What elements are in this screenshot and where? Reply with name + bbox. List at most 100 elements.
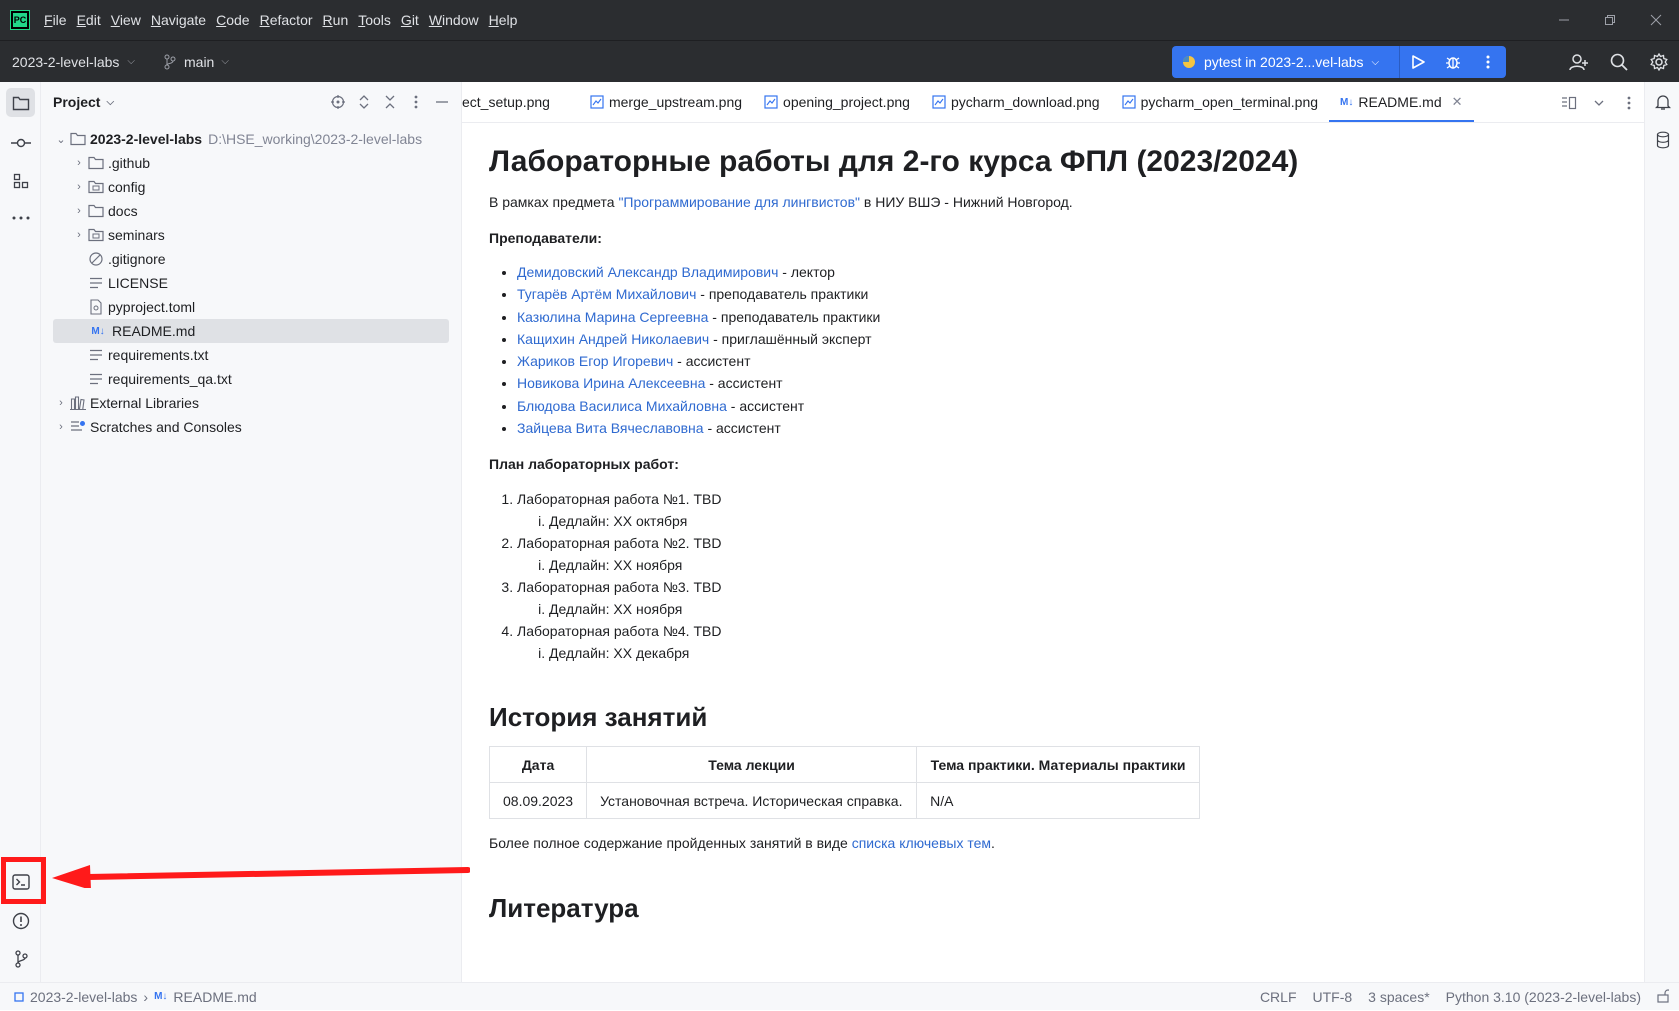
structure-tool-button[interactable] (6, 166, 35, 195)
chevron-right-icon: › (59, 421, 63, 433)
tab-pycharm-download[interactable]: pycharm_download.png (921, 82, 1111, 122)
encoding-widget[interactable]: UTF-8 (1313, 989, 1353, 1005)
config-file-icon (87, 299, 105, 315)
breadcrumb-file[interactable]: README.md (173, 989, 256, 1005)
search-everywhere-button[interactable] (1599, 53, 1639, 71)
editor-layout-button[interactable] (1554, 96, 1584, 110)
key-topics-link[interactable]: списка ключевых тем (852, 835, 991, 851)
more-tools-button[interactable] (6, 203, 35, 232)
tree-folder-docs[interactable]: › docs (53, 199, 449, 223)
tab-list-button[interactable] (1584, 100, 1614, 106)
debug-icon (1445, 57, 1460, 69)
commit-tool-button[interactable] (6, 128, 35, 157)
tree-root-name: 2023-2-level-labs (90, 131, 203, 147)
tree-root-folder[interactable]: ⌄ 2023-2-level-labs D:\HSE_working\2023-… (53, 127, 449, 151)
teacher-link[interactable]: Демидовский Александр Владимирович (517, 264, 778, 280)
menu-file[interactable]: File (44, 12, 67, 28)
tree-file-requirements[interactable]: requirements.txt (53, 343, 449, 367)
teacher-link[interactable]: Тугарёв Артём Михайлович (517, 286, 696, 302)
project-selector[interactable]: 2023-2-level-labs ⌵ (12, 54, 135, 70)
run-more-button[interactable] (1470, 46, 1505, 78)
run-button[interactable] (1400, 46, 1435, 78)
tree-file-requirements-qa[interactable]: requirements_qa.txt (53, 367, 449, 391)
table-header-cell: Тема практики. Материалы практики (916, 746, 1201, 784)
restore-button[interactable] (1587, 0, 1633, 40)
tree-file-pyproject[interactable]: pyproject.toml (53, 295, 449, 319)
expand-all-button[interactable] (351, 95, 377, 109)
run-configuration-selector[interactable]: pytest in 2023-2...vel-labs ⌵ (1172, 46, 1400, 78)
read-only-toggle[interactable] (1657, 988, 1672, 1006)
lab-deadline: Дедлайн: XX октября (549, 510, 1609, 532)
list-item: Лабораторная работа №3. TBD Дедлайн: XX … (517, 576, 1609, 620)
tab-project-setup[interactable]: ect_setup.png (462, 82, 561, 122)
git-tool-button[interactable] (6, 944, 35, 973)
tab-opening-project[interactable]: opening_project.png (753, 82, 921, 122)
database-button[interactable] (1648, 125, 1677, 154)
collapse-all-button[interactable] (377, 95, 403, 109)
pycharm-logo-icon: PC (11, 11, 29, 29)
debug-button[interactable] (1435, 46, 1470, 78)
table-cell: 08.09.2023 (488, 782, 588, 820)
literature-heading: Литература (489, 893, 639, 924)
problems-tool-button[interactable] (6, 906, 35, 935)
tree-folder-seminars[interactable]: › seminars (53, 223, 449, 247)
select-opened-file-button[interactable] (325, 95, 351, 109)
close-tab-icon[interactable]: ✕ (1452, 94, 1463, 110)
bell-icon (1654, 94, 1671, 110)
menu-edit[interactable]: Edit (77, 12, 101, 28)
project-tool-window: Project ⌵ ⌄ 2023-2-level-labs D:\HSE_wor… (41, 82, 462, 982)
scratches-icon (69, 419, 87, 435)
menu-help[interactable]: Help (489, 12, 518, 28)
tab-merge-upstream[interactable]: merge_upstream.png (579, 82, 753, 122)
tab-readme[interactable]: M↓ README.md ✕ (1329, 82, 1475, 122)
menu-git[interactable]: Git (401, 12, 419, 28)
tree-file-readme[interactable]: M↓ README.md (53, 319, 449, 343)
course-link[interactable]: "Программирование для лингвистов" (618, 194, 860, 210)
tree-file-gitignore[interactable]: .gitignore (53, 247, 449, 271)
annotation-arrow-icon (52, 865, 470, 888)
tab-pycharm-open-terminal[interactable]: pycharm_open_terminal.png (1111, 82, 1329, 122)
project-panel-header[interactable]: Project ⌵ (41, 82, 461, 122)
minimize-button[interactable] (1541, 0, 1587, 40)
teacher-link[interactable]: Казюлина Марина Сергеевна (517, 309, 708, 325)
list-item: Казюлина Марина Сергеевна - преподавател… (517, 306, 1609, 328)
panel-options-button[interactable] (403, 95, 429, 109)
menu-navigate[interactable]: Navigate (151, 12, 206, 28)
menu-refactor[interactable]: Refactor (260, 12, 313, 28)
interpreter-widget[interactable]: Python 3.10 (2023-2-level-labs) (1446, 989, 1641, 1005)
run-icon (1411, 55, 1425, 69)
line-separator-widget[interactable]: CRLF (1260, 989, 1297, 1005)
list-item: Жариков Егор Игоревич - ассистент (517, 350, 1609, 372)
breadcrumb-project[interactable]: 2023-2-level-labs (30, 989, 137, 1005)
hide-panel-button[interactable] (429, 100, 455, 104)
tree-scratches-consoles[interactable]: › Scratches and Consoles (53, 415, 449, 439)
project-tool-button[interactable] (6, 88, 35, 117)
settings-button[interactable] (1639, 53, 1679, 71)
indent-widget[interactable]: 3 spaces* (1368, 989, 1429, 1005)
menu-run[interactable]: Run (323, 12, 349, 28)
tree-file-license[interactable]: LICENSE (53, 271, 449, 295)
menu-view[interactable]: View (111, 12, 141, 28)
notifications-button[interactable] (1648, 87, 1677, 116)
menu-window[interactable]: Window (429, 12, 479, 28)
close-window-button[interactable] (1633, 0, 1679, 40)
markdown-preview: Лабораторные работы для 2-го курса ФПЛ (… (462, 123, 1644, 982)
chevron-down-icon: ⌄ (56, 133, 66, 146)
menu-tools[interactable]: Tools (358, 12, 391, 28)
menu-code[interactable]: Code (216, 12, 249, 28)
code-with-me-button[interactable] (1559, 53, 1599, 71)
tab-options-button[interactable] (1614, 96, 1644, 110)
tree-folder-github[interactable]: › .github (53, 151, 449, 175)
more-vertical-icon (1486, 55, 1489, 69)
teacher-link[interactable]: Зайцева Вита Вячеславовна (517, 420, 704, 436)
teacher-link[interactable]: Новикова Ирина Алексеевна (517, 375, 705, 391)
tree-folder-config[interactable]: › config (53, 175, 449, 199)
more-topics-text: Более полное содержание пройденных занят… (489, 835, 995, 852)
branch-selector[interactable]: main ⌵ (163, 54, 229, 70)
tree-external-libraries[interactable]: › External Libraries (53, 391, 449, 415)
teacher-link[interactable]: Жариков Егор Игоревич (517, 353, 673, 369)
expand-all-icon (359, 95, 369, 109)
teacher-link[interactable]: Блюдова Василиса Михайловна (517, 398, 727, 414)
chevron-down-icon: ⌵ (127, 56, 135, 67)
teacher-link[interactable]: Кащихин Андрей Николаевич (517, 331, 709, 347)
